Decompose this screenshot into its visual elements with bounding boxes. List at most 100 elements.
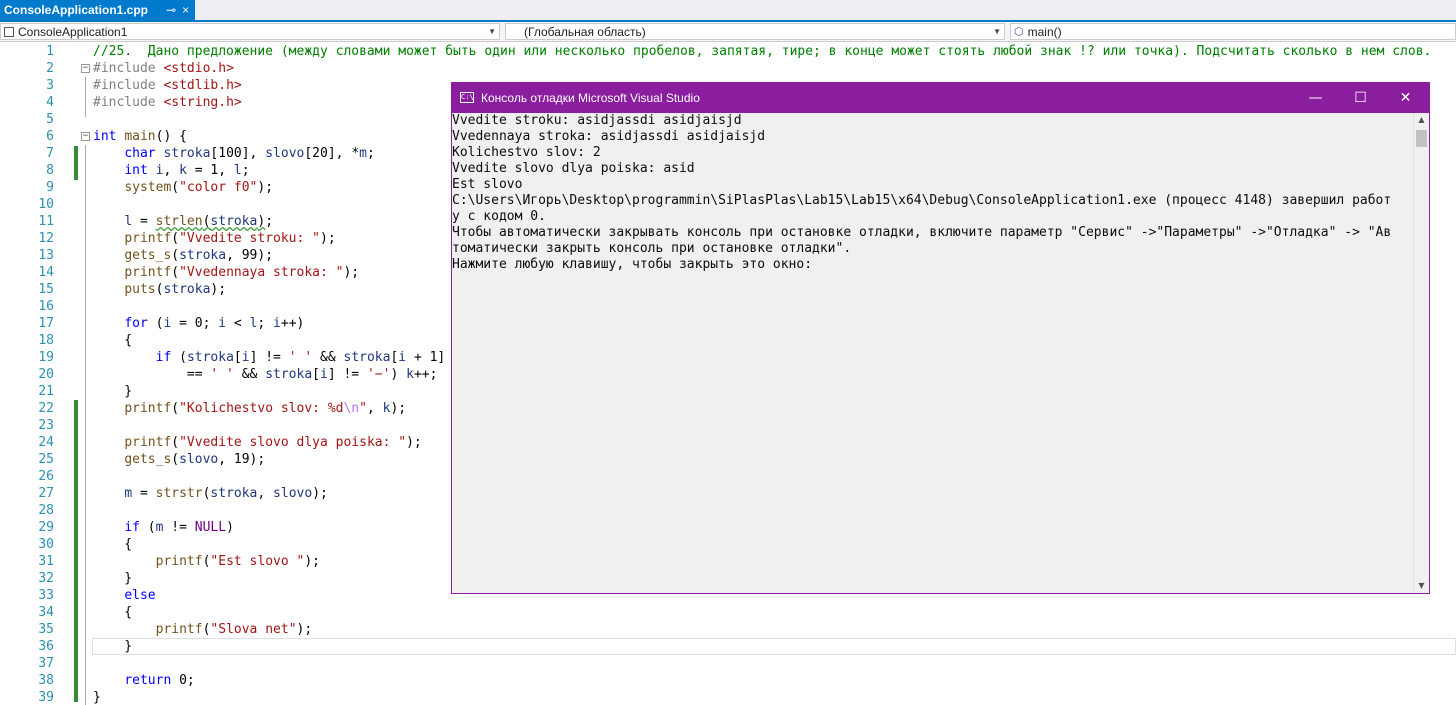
code-text[interactable]: else — [93, 587, 155, 604]
console-scrollbar[interactable]: ▲ ▼ — [1413, 113, 1429, 593]
fold-guide — [85, 77, 86, 117]
code-text[interactable]: == ' ' && stroka[i] != '−') k++; — [93, 366, 438, 383]
code-text[interactable]: #include <stdlib.h> — [93, 77, 242, 94]
line-number: 35 — [38, 622, 54, 637]
code-text[interactable]: printf("Vvedite slovo dlya poiska: "); — [93, 434, 421, 451]
code-line[interactable]: 39} — [0, 689, 1456, 705]
maximize-button[interactable]: ☐ — [1338, 83, 1383, 113]
code-text[interactable]: printf("Slova net"); — [93, 621, 313, 638]
collapse-icon[interactable]: − — [81, 132, 90, 141]
change-marker — [74, 400, 78, 702]
project-dropdown[interactable]: ConsoleApplication1 ▼ — [0, 23, 500, 40]
code-text[interactable]: } — [93, 638, 132, 655]
line-number: 9 — [46, 180, 54, 195]
code-text[interactable]: } — [93, 383, 132, 400]
fold-guide — [85, 145, 86, 705]
code-line[interactable]: 36 } — [0, 638, 1456, 655]
method-cube-icon: ⬡ — [1014, 26, 1024, 38]
console-line: Vvedite slovo dlya poiska: asid — [452, 161, 695, 176]
code-text[interactable]: gets_s(slovo, 19); — [93, 451, 265, 468]
code-line[interactable]: 34 { — [0, 604, 1456, 621]
code-text[interactable]: m = strstr(stroka, slovo); — [93, 485, 328, 502]
minimize-button[interactable]: — — [1293, 83, 1338, 113]
line-number: 5 — [46, 112, 54, 127]
code-text[interactable]: { — [93, 536, 132, 553]
line-number: 13 — [38, 248, 54, 263]
line-number: 36 — [38, 639, 54, 654]
code-text[interactable]: char stroka[100], slovo[20], *m; — [93, 145, 375, 162]
project-icon — [4, 26, 14, 37]
line-number: 10 — [38, 197, 54, 212]
console-title-bar[interactable]: C:\ Консоль отладки Microsoft Visual Stu… — [452, 83, 1429, 113]
scope-dropdown[interactable]: (Глобальная область) ▼ — [505, 23, 1005, 40]
pin-icon[interactable]: ⊸ — [166, 3, 176, 17]
line-number: 2 — [46, 61, 54, 76]
code-text[interactable]: { — [93, 604, 132, 621]
debug-console-window[interactable]: C:\ Консоль отладки Microsoft Visual Stu… — [451, 82, 1430, 594]
line-number: 22 — [38, 401, 54, 416]
scroll-down-icon[interactable]: ▼ — [1414, 579, 1429, 593]
code-text[interactable]: } — [93, 689, 101, 705]
tab-consoleapplication1-cpp[interactable]: ConsoleApplication1.cpp ⊸ × — [0, 0, 196, 20]
line-number: 18 — [38, 333, 54, 348]
code-text[interactable]: #include <stdio.h> — [93, 60, 234, 77]
line-number: 16 — [38, 299, 54, 314]
chevron-down-icon: ▼ — [488, 27, 496, 36]
code-text[interactable]: if (stroka[i] != ' ' && stroka[i + 1] — [93, 349, 446, 366]
code-text[interactable]: //25. Дано предложение (между словами мо… — [93, 43, 1431, 60]
code-text[interactable]: } — [93, 570, 132, 587]
line-number: 7 — [46, 146, 54, 161]
code-text[interactable]: gets_s(stroka, 99); — [93, 247, 273, 264]
line-number: 21 — [38, 384, 54, 399]
scroll-up-icon[interactable]: ▲ — [1414, 113, 1429, 127]
code-line[interactable]: 38 return 0; — [0, 672, 1456, 689]
collapse-icon[interactable]: − — [81, 64, 90, 73]
project-dropdown-label: ConsoleApplication1 — [18, 24, 128, 39]
line-number: 34 — [38, 605, 54, 620]
code-line[interactable]: 35 printf("Slova net"); — [0, 621, 1456, 638]
console-line: Vvedennaya stroka: asidjassdi asidjaisjd — [452, 129, 766, 144]
line-number: 25 — [38, 452, 54, 467]
code-text[interactable]: printf("Vvedennaya stroka: "); — [93, 264, 359, 281]
code-text[interactable]: printf("Vvedite stroku: "); — [93, 230, 335, 247]
line-number: 30 — [38, 537, 54, 552]
code-text[interactable]: printf("Est slovo "); — [93, 553, 320, 570]
line-number: 17 — [38, 316, 54, 331]
scrollbar-thumb[interactable] — [1416, 130, 1427, 147]
line-number: 26 — [38, 469, 54, 484]
console-line: Kolichestvo slov: 2 — [452, 145, 601, 160]
code-text[interactable]: system("color f0"); — [93, 179, 273, 196]
member-dropdown-label: main() — [1027, 24, 1062, 39]
line-number: 1 — [46, 44, 54, 59]
console-line: Est slovo — [452, 177, 523, 192]
chevron-down-icon: ▼ — [993, 27, 1001, 36]
code-text[interactable]: puts(stroka); — [93, 281, 226, 298]
code-text[interactable]: { — [93, 332, 132, 349]
console-output: Vvedite stroku: asidjassdi asidjaisjd Vve… — [452, 113, 1413, 593]
code-text[interactable]: for (i = 0; i < l; i++) — [93, 315, 304, 332]
line-number: 31 — [38, 554, 54, 569]
line-number: 38 — [38, 673, 54, 688]
line-number: 28 — [38, 503, 54, 518]
code-text[interactable]: int i, k = 1, l; — [93, 162, 249, 179]
line-number: 23 — [38, 418, 54, 433]
code-text[interactable]: return 0; — [93, 672, 194, 689]
line-number: 32 — [38, 571, 54, 586]
console-line: Vvedite stroku: asidjassdi asidjaisjd — [452, 113, 742, 128]
code-line[interactable]: 37 — [0, 655, 1456, 672]
code-text[interactable]: #include <string.h> — [93, 94, 242, 111]
code-text[interactable]: l = strlen(stroka); — [93, 213, 273, 230]
line-number: 19 — [38, 350, 54, 365]
code-text[interactable]: if (m != NULL) — [93, 519, 234, 536]
member-dropdown[interactable]: ⬡ main() — [1010, 23, 1456, 40]
line-number: 3 — [46, 78, 54, 93]
tab-filename: ConsoleApplication1.cpp — [4, 3, 149, 17]
code-text[interactable]: int main() { — [93, 128, 187, 145]
console-line: Чтобы автоматически закрывать консоль пр… — [452, 225, 1392, 240]
code-line[interactable]: 1 //25. Дано предложение (между словами м… — [0, 43, 1456, 60]
line-number: 6 — [46, 129, 54, 144]
code-text[interactable]: printf("Kolichestvo slov: %d\n", k); — [93, 400, 406, 417]
close-icon[interactable]: × — [182, 3, 189, 17]
close-button[interactable]: ✕ — [1383, 83, 1428, 113]
code-line[interactable]: 2 #include <stdio.h> — [0, 60, 1456, 77]
